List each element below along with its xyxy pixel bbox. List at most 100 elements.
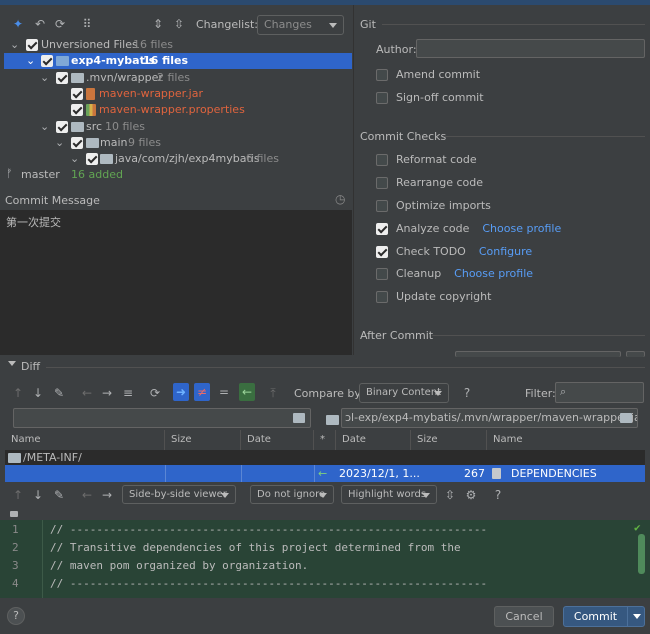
analyze-choose-profile-link[interactable]: Choose profile bbox=[482, 222, 561, 235]
col-name-left[interactable]: Name bbox=[5, 430, 165, 450]
help-viewer-icon[interactable]: ? bbox=[490, 488, 506, 502]
col-size-left[interactable]: Size bbox=[165, 430, 241, 450]
scrollbar-thumb[interactable] bbox=[638, 534, 645, 574]
tree-row-main[interactable]: ⌄ main 9 files bbox=[4, 135, 352, 151]
author-field[interactable] bbox=[416, 39, 645, 58]
table-row[interactable]: /META-INF/ bbox=[5, 450, 645, 466]
chevron-down-icon[interactable]: ⌄ bbox=[40, 119, 49, 135]
commit-message-editor[interactable]: 第一次提交 bbox=[0, 210, 352, 355]
tree-checkbox[interactable] bbox=[26, 39, 38, 51]
chevron-down-icon[interactable]: ⌄ bbox=[70, 151, 79, 167]
chevron-down-icon[interactable]: ⌄ bbox=[40, 70, 49, 86]
table-row-selected[interactable]: ← 2023/12/1, 1... 267 DEPENDENCIES bbox=[5, 465, 645, 482]
tree-checkbox[interactable] bbox=[41, 55, 53, 67]
collapse-unchanged-icon[interactable]: ⇳ bbox=[442, 488, 458, 502]
check-analyze-code[interactable]: Analyze code Choose profile bbox=[376, 221, 561, 237]
amend-commit-option[interactable]: Amend commit bbox=[376, 67, 480, 83]
next-change-icon[interactable]: ↓ bbox=[30, 488, 46, 502]
check-cleanup[interactable]: Cleanup Choose profile bbox=[376, 266, 533, 282]
check-rearrange-code[interactable]: Rearrange code bbox=[376, 175, 483, 191]
copyright-checkbox[interactable] bbox=[376, 291, 388, 303]
prev-difference-icon[interactable]: ↑ bbox=[10, 386, 26, 400]
tree-checkbox[interactable] bbox=[71, 104, 83, 116]
tree-row-unversioned[interactable]: ⌄ Unversioned Files 16 files bbox=[4, 37, 352, 53]
tree-checkbox[interactable] bbox=[56, 121, 68, 133]
show-equal-icon[interactable]: = bbox=[216, 385, 232, 399]
check-optimize-imports[interactable]: Optimize imports bbox=[376, 198, 491, 214]
diff-collapse-icon[interactable] bbox=[8, 361, 16, 366]
diff-code-area[interactable]: 1 // ------------------------------------… bbox=[0, 520, 650, 598]
rollback-icon[interactable]: ↶ bbox=[32, 17, 48, 31]
amend-checkbox[interactable] bbox=[376, 69, 388, 81]
commit-button[interactable]: Commit bbox=[563, 606, 628, 627]
tree-checkbox[interactable] bbox=[71, 88, 83, 100]
show-diff-icon[interactable]: ✦ bbox=[10, 17, 26, 31]
show-different-icon[interactable]: ≠ bbox=[194, 383, 210, 401]
edit-source-icon[interactable]: ✎ bbox=[51, 386, 67, 400]
next-difference-icon[interactable]: ↓ bbox=[30, 386, 46, 400]
col-name-right[interactable]: Name bbox=[487, 430, 645, 450]
back-icon[interactable]: ← bbox=[79, 386, 95, 400]
expand-all-icon[interactable]: ⇕ bbox=[150, 17, 166, 31]
reformat-checkbox[interactable] bbox=[376, 154, 388, 166]
forward-icon[interactable]: → bbox=[99, 386, 115, 400]
forward-icon[interactable]: → bbox=[99, 488, 115, 502]
show-list-icon[interactable]: ≡ bbox=[120, 386, 136, 400]
show-left-only-icon[interactable]: ← bbox=[239, 383, 255, 401]
tree-checkbox[interactable] bbox=[71, 137, 83, 149]
collapse-all-icon[interactable]: ⇳ bbox=[171, 17, 187, 31]
chevron-down-icon[interactable]: ⌄ bbox=[26, 53, 35, 69]
chevron-down-icon[interactable]: ⌄ bbox=[10, 37, 19, 53]
commit-options-dropdown[interactable] bbox=[627, 606, 645, 627]
edit-icon[interactable]: ✎ bbox=[51, 488, 67, 502]
check-update-copyright[interactable]: Update copyright bbox=[376, 289, 491, 305]
col-size-right[interactable]: Size bbox=[411, 430, 487, 450]
group-by-icon[interactable]: ⠿ bbox=[79, 17, 95, 31]
compare-by-select[interactable]: Binary Content bbox=[359, 383, 449, 403]
refresh-icon[interactable]: ⟳ bbox=[52, 17, 68, 31]
tree-checkbox[interactable] bbox=[56, 72, 68, 84]
help-button[interactable]: ? bbox=[7, 607, 25, 625]
check-reformat-code[interactable]: Reformat code bbox=[376, 152, 477, 168]
signoff-commit-option[interactable]: Sign-off commit bbox=[376, 90, 484, 106]
cancel-button[interactable]: Cancel bbox=[494, 606, 554, 627]
synchronize-icon[interactable]: ⤒ bbox=[265, 386, 281, 400]
history-icon[interactable]: ◷ bbox=[335, 192, 345, 206]
filter-field[interactable]: ⌕ bbox=[555, 382, 644, 403]
todo-configure-link[interactable]: Configure bbox=[479, 245, 532, 258]
changelist-select[interactable]: Changes bbox=[257, 15, 344, 35]
settings-gear-icon[interactable]: ⚙ bbox=[463, 488, 479, 502]
tree-row-exp4-mybatis[interactable]: ⌄ exp4-mybatis 16 files bbox=[4, 53, 352, 69]
chevron-down-icon[interactable]: ⌄ bbox=[55, 135, 64, 151]
branch-name[interactable]: master bbox=[21, 168, 60, 181]
highlight-select[interactable]: Highlight words bbox=[341, 485, 437, 504]
viewer-select[interactable]: Side-by-side viewer bbox=[122, 485, 236, 504]
refresh-diff-icon[interactable]: ⟳ bbox=[147, 386, 163, 400]
left-browse-folder-icon[interactable] bbox=[293, 413, 305, 423]
analyze-checkbox[interactable] bbox=[376, 223, 388, 235]
cleanup-checkbox[interactable] bbox=[376, 268, 388, 280]
check-todo[interactable]: Check TODO Configure bbox=[376, 244, 532, 260]
compare-direction-icon[interactable]: ➜ bbox=[173, 383, 189, 401]
left-path-field[interactable] bbox=[13, 408, 311, 428]
right-browse-folder-icon[interactable] bbox=[620, 413, 632, 423]
col-date-right[interactable]: Date bbox=[336, 430, 411, 450]
cleanup-choose-profile-link[interactable]: Choose profile bbox=[454, 267, 533, 280]
todo-checkbox[interactable] bbox=[376, 246, 388, 258]
tree-row-mvn-wrapper[interactable]: ⌄ .mvn/wrapper 2 files bbox=[4, 70, 352, 86]
tree-row-maven-wrapper-jar[interactable]: maven-wrapper.jar bbox=[4, 86, 352, 102]
tree-row-src[interactable]: ⌄ src 10 files bbox=[4, 119, 352, 135]
tree-row-maven-wrapper-properties[interactable]: maven-wrapper.properties bbox=[4, 102, 352, 118]
right-path-field[interactable]: ɔl-exp/exp4-mybatis/.mvn/wrapper/maven-w… bbox=[341, 408, 638, 428]
back-icon[interactable]: ← bbox=[79, 488, 95, 502]
signoff-checkbox[interactable] bbox=[376, 92, 388, 104]
help-diff-icon[interactable]: ? bbox=[459, 386, 475, 400]
prev-change-icon[interactable]: ↑ bbox=[10, 488, 26, 502]
panel-divider[interactable] bbox=[353, 5, 354, 355]
ignore-select[interactable]: Do not ignore bbox=[250, 485, 334, 504]
col-star[interactable]: * bbox=[314, 430, 336, 450]
tree-checkbox[interactable] bbox=[86, 153, 98, 165]
optimize-checkbox[interactable] bbox=[376, 200, 388, 212]
rearrange-checkbox[interactable] bbox=[376, 177, 388, 189]
col-date-left[interactable]: Date bbox=[241, 430, 314, 450]
